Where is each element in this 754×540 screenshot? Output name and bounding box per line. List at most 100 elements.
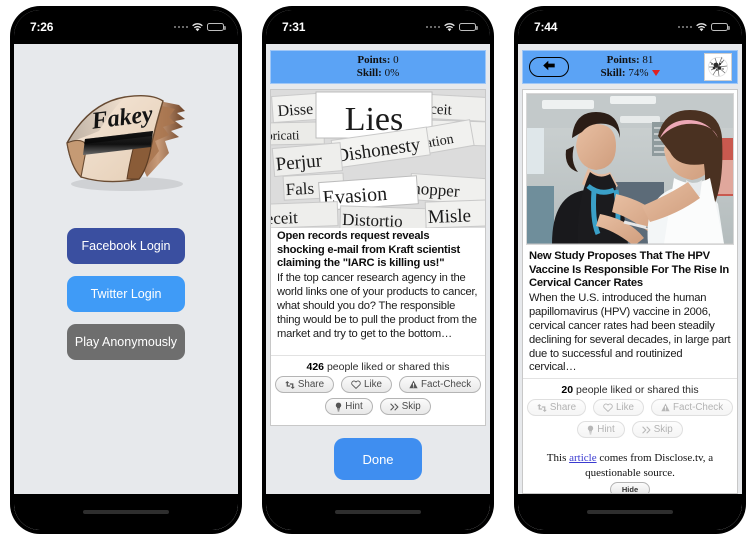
share-label: Share: [549, 402, 577, 414]
action-row-primary: Share Like Fact-Check: [523, 399, 737, 417]
phone-screen: 7:26 Fakey Facebook Login Twitter Login …: [14, 10, 238, 530]
like-button[interactable]: Like: [341, 376, 393, 393]
double-chevron-right-icon: [641, 426, 651, 434]
hint-label: Hint: [597, 424, 615, 436]
hide-button[interactable]: Hide: [609, 481, 651, 493]
svg-text:Fals: Fals: [285, 179, 314, 199]
done-button[interactable]: Done: [334, 438, 422, 480]
skill-label: Skill:: [356, 67, 382, 79]
skip-button[interactable]: Skip: [631, 421, 683, 439]
points-value: 0: [393, 54, 399, 67]
battery-low-icon: [207, 22, 226, 32]
share-button[interactable]: Share: [274, 376, 335, 393]
warning-triangle-icon: [409, 380, 418, 389]
wifi-icon: [192, 22, 203, 32]
signal-dots-icon: [173, 25, 188, 29]
battery-low-icon: [459, 22, 478, 32]
lies-words-collage-image: Disse eceit bricati emble Lies Fabricati…: [271, 90, 485, 228]
skip-button[interactable]: Skip: [379, 398, 431, 415]
article-text: New Study Proposes That The HPV Vaccine …: [523, 248, 737, 378]
status-bar: 7:44: [518, 10, 742, 44]
screen-body: Points: 81 Skill: 74% New Study Proposes…: [518, 44, 742, 530]
svg-text:bricati: bricati: [271, 127, 300, 143]
like-label: Like: [364, 379, 383, 390]
back-button[interactable]: [529, 57, 569, 77]
login-button-group: Facebook Login Twitter Login Play Anonym…: [67, 228, 185, 360]
signal-dots-icon: [425, 25, 440, 29]
status-clock: 7:31: [282, 20, 306, 34]
home-indicator-bar: [518, 494, 742, 530]
likes-count: 426: [306, 361, 325, 373]
play-anonymously-button[interactable]: Play Anonymously: [67, 324, 185, 360]
phone-screen: 7:44 Points: 81 Skill: 74% New Study Pro…: [518, 10, 742, 530]
twitter-login-button[interactable]: Twitter Login: [67, 276, 185, 312]
double-chevron-right-icon: [389, 402, 399, 411]
battery-low-icon: [711, 22, 730, 32]
disclosure-suffix: comes from Disclose.tv, a questionable s…: [585, 452, 714, 479]
hide-row: Hide: [523, 481, 737, 493]
likes-count-row: 20 people liked or shared this: [523, 378, 737, 399]
svg-text:hopper: hopper: [412, 179, 461, 201]
article-link[interactable]: article: [569, 452, 596, 464]
skip-label: Skip: [653, 424, 673, 436]
home-indicator[interactable]: [83, 510, 169, 514]
points-value: 81: [642, 54, 654, 67]
points-label: Points:: [357, 54, 391, 67]
share-button[interactable]: Share: [526, 399, 587, 417]
likes-count-row: 426 people liked or shared this: [271, 355, 485, 376]
like-button[interactable]: Like: [593, 399, 645, 417]
status-indicators: [173, 22, 226, 32]
facebook-login-button[interactable]: Facebook Login: [67, 228, 185, 264]
fact-check-label: Fact-Check: [673, 402, 724, 414]
feed-screen: Points: 81 Skill: 74% New Study Proposes…: [518, 44, 742, 494]
svg-text:Misle: Misle: [427, 205, 471, 227]
status-indicators: [677, 22, 730, 32]
article-summary: When the U.S. introduced the human papil…: [529, 291, 731, 374]
action-row-primary: Share Like Fact-Check: [271, 376, 485, 393]
done-footer: Done: [270, 426, 486, 494]
svg-text:Disse: Disse: [277, 101, 314, 120]
home-indicator[interactable]: [335, 510, 421, 514]
home-indicator-bar: [14, 494, 238, 530]
hint-button[interactable]: Hint: [325, 398, 373, 415]
arrow-left-icon: [542, 58, 556, 76]
avatar[interactable]: [704, 53, 732, 81]
status-clock: 7:26: [30, 20, 54, 34]
phone-mockup-login: 7:26 Fakey Facebook Login Twitter Login …: [0, 0, 252, 540]
article-card[interactable]: New Study Proposes That The HPV Vaccine …: [522, 89, 738, 494]
skill-label: Skill:: [600, 67, 626, 79]
svg-text:Distortio: Distortio: [342, 210, 403, 228]
screen-body: Points: 0 Skill: 0% Disse eceit bricati …: [266, 44, 490, 530]
likes-label: people liked or shared this: [326, 361, 450, 373]
triangle-down-icon: [651, 70, 660, 77]
share-label: Share: [297, 379, 325, 390]
status-indicators: [425, 22, 478, 32]
svg-text:Perjur: Perjur: [275, 150, 324, 175]
wifi-icon: [696, 22, 707, 32]
status-bar: 7:31: [266, 10, 490, 44]
heart-icon: [603, 403, 613, 413]
article-card[interactable]: Disse eceit bricati emble Lies Fabricati…: [270, 89, 486, 426]
retweet-icon: [537, 403, 547, 412]
article-headline: New Study Proposes That The HPV Vaccine …: [529, 250, 730, 290]
fakey-newspaper-logo: Fakey: [51, 80, 201, 200]
likes-count: 20: [561, 384, 574, 397]
hint-button[interactable]: Hint: [577, 421, 625, 439]
phone-screen: 7:31 Points: 0 Skill: 0% Disse eceit bri…: [266, 10, 490, 530]
action-buttons: Share Like Fact-Check Hint Skip: [523, 399, 737, 448]
login-screen: Fakey Facebook Login Twitter Login Play …: [14, 44, 238, 494]
user-identicon-avatar: [705, 54, 731, 80]
score-header: Points: 81 Skill: 74%: [522, 50, 738, 84]
fact-check-button[interactable]: Fact-Check: [651, 399, 734, 417]
app-store-screenshot-strip: 7:26 Fakey Facebook Login Twitter Login …: [0, 0, 754, 540]
score-text: Points: 0 Skill: 0%: [357, 54, 400, 80]
article-headline: Open records request reveals shocking e-…: [277, 230, 461, 270]
retweet-icon: [285, 380, 295, 389]
lightbulb-icon: [335, 402, 342, 412]
phone-mockup-feed-start: 7:31 Points: 0 Skill: 0% Disse eceit bri…: [252, 0, 504, 540]
action-buttons: Share Like Fact-Check Hint Skip: [271, 376, 485, 425]
feed-screen: Points: 0 Skill: 0% Disse eceit bricati …: [266, 44, 490, 494]
action-row-secondary: Hint Skip: [271, 398, 485, 415]
home-indicator[interactable]: [587, 510, 673, 514]
fact-check-button[interactable]: Fact-Check: [399, 376, 482, 393]
